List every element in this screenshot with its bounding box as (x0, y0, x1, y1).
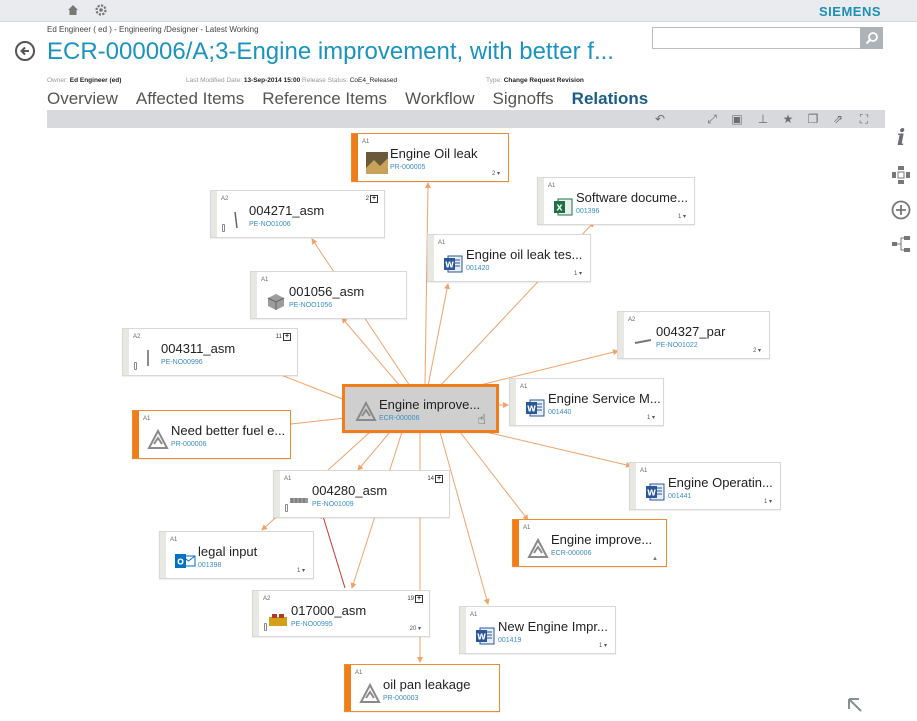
problem-report-icon (359, 683, 381, 703)
node-004327-par[interactable]: A2 004327_par PE-NO01022 2 ▾ (617, 311, 770, 359)
part-icon (634, 339, 652, 344)
assembly-icon (290, 498, 308, 503)
node-004271-asm[interactable]: A2 004271_asm PE-NO01006 2 + (210, 190, 385, 238)
problem-report-icon (147, 429, 169, 449)
edge (459, 431, 529, 521)
edge (439, 431, 490, 605)
node-engine-operating[interactable]: A1 W Engine Operatin... 001441 1 ▾ (629, 462, 781, 510)
edge (427, 283, 450, 387)
app-window: SIEMENS Ed Engineer ( ed ) - Engineering… (0, 0, 917, 721)
node-001056-asm[interactable]: A1 001056_asm PE-NOO1056 (250, 271, 407, 319)
node-004280-asm[interactable]: A1 004280_asm PE-NO01009 14 + (273, 470, 450, 518)
change-request-icon (527, 538, 549, 558)
node-engine-oil-leak[interactable]: A1 Engine Oil leak PR-000005 2 ▾ (351, 133, 509, 182)
svg-text:W: W (647, 489, 656, 498)
photo-icon (366, 152, 388, 174)
collapse-panel-icon[interactable] (847, 697, 863, 713)
outlook-icon: O (175, 554, 196, 568)
svg-text:W: W (445, 261, 454, 270)
excel-icon: X (554, 198, 573, 216)
svg-text:O: O (177, 558, 184, 567)
change-request-icon (355, 401, 377, 421)
word-icon: W (444, 255, 463, 273)
svg-text:W: W (527, 405, 536, 414)
node-engine-service-manual[interactable]: A1 W Engine Service M... 001440 1 ▾ (509, 378, 664, 426)
node-004311-asm[interactable]: A2 004311_asm PE-NO00996 11 + (122, 328, 298, 376)
edge (485, 431, 632, 468)
edge (281, 417, 346, 428)
edge (357, 431, 391, 471)
node-engine-oil-leak-test[interactable]: A1 W Engine oil leak tes... 001420 1 ▾ (427, 234, 591, 282)
edge (424, 182, 431, 387)
node-engine-improvement-2[interactable]: A1 Engine improve... ECR-000006 ▲ (512, 519, 667, 567)
word-icon: W (476, 627, 495, 645)
node-legal-input[interactable]: A1 O legal input 001398 1 ▾ (159, 531, 314, 579)
node-engine-improvement-selected[interactable]: Engine improve... ECR-000006 ☝ (342, 384, 499, 433)
node-oil-pan-leakage[interactable]: A1 oil pan leakage PR-000003 (344, 664, 500, 712)
hand-cursor-icon: ☝ (477, 411, 486, 427)
svg-text:W: W (477, 633, 486, 642)
assembly-icon (267, 294, 285, 310)
node-software-document[interactable]: A1 X Software docume... 001396 1 ▾ (537, 177, 695, 225)
part-icon (234, 211, 238, 229)
node-need-better-fuel[interactable]: A1 Need better fuel e... PR-000006 (132, 410, 291, 459)
word-icon: W (646, 483, 665, 501)
edge-red (320, 512, 346, 589)
node-new-engine-improvement[interactable]: A1 W New Engine Impr... 001419 1 ▾ (459, 606, 616, 654)
word-icon: W (526, 399, 545, 417)
svg-text:X: X (556, 204, 563, 213)
engine-assembly-icon (269, 614, 287, 626)
node-017000-asm[interactable]: A2 017000_asm PE-NO00995 19 + 20 ▾ (252, 590, 430, 637)
part-icon (147, 350, 149, 366)
